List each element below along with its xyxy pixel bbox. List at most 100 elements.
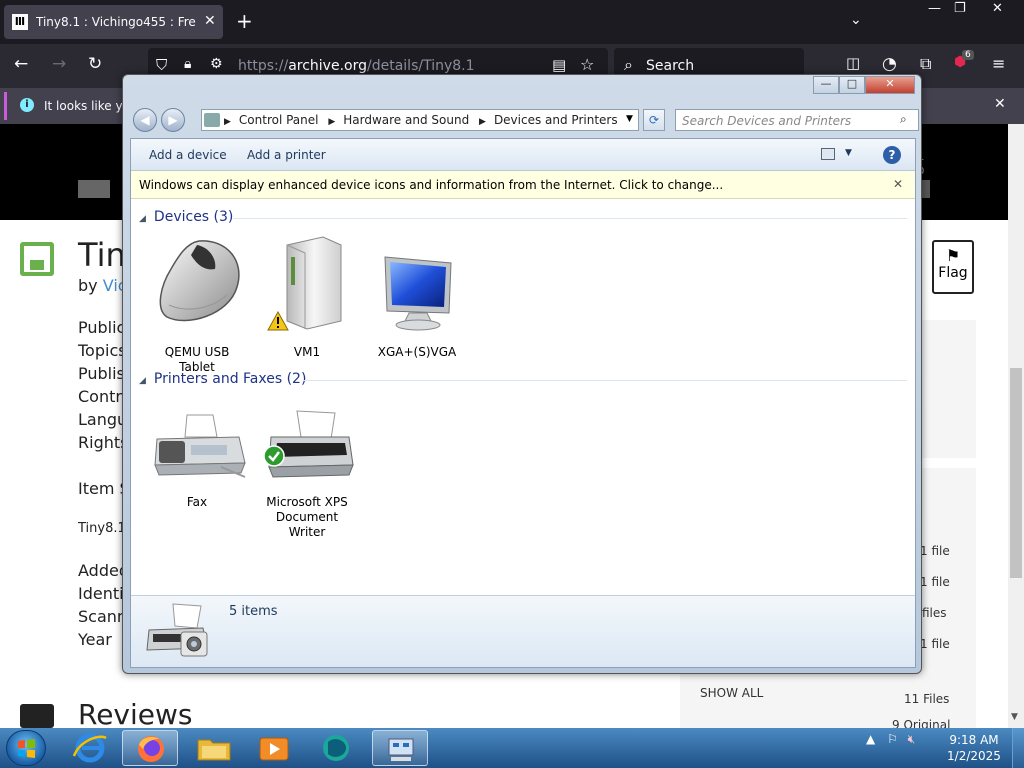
taskbar: ▲ ⚐ 🔇︎ 9:18 AM 1/2/2025 [0, 728, 1024, 768]
add-device-button[interactable]: Add a device [149, 148, 227, 162]
devices-and-printers-icon [388, 738, 414, 761]
url-text: https://archive.org/details/Tiny8.1 [238, 58, 475, 74]
lock-icon[interactable]: 🔒︎ [184, 56, 191, 72]
group-title: Devices (3) [153, 209, 234, 225]
meta-label: Scann [78, 607, 128, 626]
devices-and-printers-icon [146, 603, 208, 657]
search-icon[interactable]: ⌕ [900, 112, 907, 127]
notification-close-icon[interactable]: ✕ [994, 96, 1006, 112]
change-view-icon[interactable] [821, 148, 835, 160]
total-files: 11 Files [904, 692, 950, 706]
extensions-icon[interactable]: ⧉ [920, 54, 931, 74]
devices-group-header[interactable]: ◢ Devices (3) [139, 209, 233, 225]
printer-icon [268, 410, 354, 478]
breadcrumb-separator-icon[interactable]: ▶ [479, 117, 486, 127]
info-bar-close-icon[interactable]: ✕ [893, 177, 903, 191]
minimize-icon[interactable]: — [813, 76, 839, 94]
address-bar[interactable]: ▶ Control Panel ▶ Hardware and Sound ▶ Devi… [201, 109, 639, 131]
search-placeholder: Search Devices and Printers [682, 114, 852, 128]
show-desktop-button[interactable] [1012, 728, 1024, 768]
breadcrumb-control-panel[interactable]: Control Panel [239, 113, 319, 127]
browser-window-controls: — ❐ ✕ [916, 0, 1024, 20]
taskbar-firefox[interactable] [122, 730, 178, 766]
reader-view-icon[interactable]: ▤ [552, 56, 566, 74]
flag-button[interactable]: ⚑ Flag [932, 240, 974, 294]
forward-arrow-icon[interactable]: ▶ [161, 108, 185, 132]
page-scrollbar[interactable]: ▼ [1008, 124, 1024, 728]
item-title: Tin [78, 236, 126, 274]
forward-arrow-icon[interactable]: → [52, 54, 66, 74]
meta-label: Contri [78, 387, 127, 406]
reviews-icon [20, 704, 54, 728]
extension-badge: 6 [962, 50, 974, 60]
group-title: Printers and Faxes (2) [153, 371, 307, 387]
taskbar-file-explorer[interactable] [186, 730, 242, 766]
browser-tab[interactable]: Ⅲ Tiny8.1 : Vichingo455 : Free Download,… [4, 5, 223, 39]
close-icon[interactable]: ✕ [992, 1, 1003, 16]
scroll-down-icon[interactable]: ▼ [1011, 712, 1018, 722]
breadcrumb-separator-icon[interactable]: ▶ [224, 117, 231, 127]
show-all-link[interactable]: SHOW ALL [700, 686, 763, 700]
bookmark-star-icon[interactable]: ☆ [580, 55, 594, 74]
restore-icon[interactable]: ❐ [954, 1, 966, 16]
start-button[interactable] [6, 730, 46, 766]
minimize-icon[interactable]: — [928, 1, 941, 16]
maximize-icon[interactable]: □ [839, 76, 865, 94]
system-tray: ▲ ⚐ 🔇︎ [866, 732, 915, 747]
sync-icon[interactable]: ◔ [882, 54, 897, 74]
show-hidden-icons-icon[interactable]: ▲ [866, 732, 875, 746]
file-name[interactable]: Tiny8.1 [78, 521, 126, 536]
info-icon: i [20, 98, 34, 112]
device-label: Fax [186, 495, 208, 509]
device-item[interactable]: VM1 [257, 235, 357, 359]
back-arrow-icon[interactable]: ◀ [133, 108, 157, 132]
file-count[interactable]: 1 file [920, 544, 950, 558]
window-caption-buttons: — □ ✕ [813, 76, 917, 94]
search-input[interactable]: Search Devices and Printers ⌕ [675, 109, 919, 131]
device-item[interactable]: Fax [147, 399, 247, 519]
collapse-chevron-icon[interactable]: ◢ [139, 214, 146, 224]
permissions-icon[interactable]: ⚙ [210, 56, 223, 72]
refresh-icon[interactable]: ⟳ [643, 109, 665, 131]
file-count[interactable]: files [922, 606, 947, 620]
taskbar-devices-and-printers[interactable] [372, 730, 428, 766]
device-item[interactable]: QEMU USB Tablet [147, 235, 247, 374]
breadcrumb-separator-icon[interactable]: ▶ [328, 117, 335, 127]
menu-hamburger-icon[interactable]: ≡ [992, 54, 1005, 73]
windows-thumbnail[interactable] [78, 180, 110, 198]
device-item[interactable]: Microsoft XPS Document Writer [257, 399, 357, 539]
back-arrow-icon[interactable]: ← [14, 54, 28, 74]
volume-muted-icon[interactable]: 🔇︎ [908, 732, 916, 746]
view-dropdown-icon[interactable]: ▼ [845, 148, 852, 158]
reload-icon[interactable]: ↻ [88, 54, 102, 74]
pocket-icon[interactable]: ◫ [846, 54, 860, 72]
group-divider [303, 380, 907, 381]
info-bar[interactable]: Windows can display enhanced device icon… [131, 171, 915, 199]
tab-close-icon[interactable]: ✕ [204, 13, 216, 29]
new-tab-button[interactable]: + [236, 9, 253, 33]
shield-icon[interactable]: ⛉ [156, 56, 167, 74]
file-count[interactable]: 1 file [920, 575, 950, 589]
file-count[interactable]: 1 file [920, 637, 950, 651]
clock[interactable]: 9:18 AM 1/2/2025 [944, 732, 1004, 764]
add-printer-button[interactable]: Add a printer [247, 148, 326, 162]
collapse-chevron-icon[interactable]: ◢ [139, 376, 146, 386]
breadcrumb-devices-and-printers[interactable]: Devices and Printers [494, 113, 618, 127]
fax-icon [154, 414, 246, 478]
help-icon[interactable]: ? [883, 146, 901, 164]
address-dropdown-icon[interactable]: ▼ [626, 114, 633, 124]
breadcrumb-hardware-and-sound[interactable]: Hardware and Sound [343, 113, 469, 127]
printers-group-header[interactable]: ◢ Printers and Faxes (2) [139, 371, 306, 387]
taskbar-internet-explorer[interactable] [62, 730, 118, 766]
close-icon[interactable]: ✕ [865, 76, 915, 94]
taskbar-app[interactable] [308, 730, 364, 766]
scrollbar-thumb[interactable] [1010, 368, 1022, 578]
clock-date: 1/2/2025 [947, 749, 1001, 763]
device-item[interactable]: XGA+(S)VGA [367, 235, 467, 359]
meta-label: Rights [78, 433, 129, 452]
action-center-icon[interactable]: ⚐ [887, 732, 898, 746]
list-all-tabs-icon[interactable]: ⌄ [850, 12, 862, 28]
taskbar-media-player[interactable] [246, 730, 302, 766]
internet-explorer-icon [72, 733, 107, 763]
meta-label: Topics [78, 341, 127, 360]
